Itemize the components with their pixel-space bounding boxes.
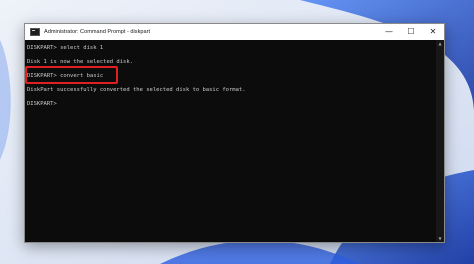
close-button[interactable]: ✕ [422, 24, 444, 40]
vertical-scrollbar[interactable]: ▲ ▼ [436, 40, 444, 242]
title-bar[interactable]: Administrator: Command Prompt - diskpart… [25, 24, 444, 40]
console-line: DiskPart successfully converted the sele… [27, 87, 246, 93]
scroll-up-arrow-icon[interactable]: ▲ [436, 40, 444, 47]
console-prompt-line: DISKPART> [27, 101, 61, 107]
annotation-highlight-box [25, 66, 118, 84]
minimize-button[interactable]: — [378, 24, 400, 40]
window-title: Administrator: Command Prompt - diskpart [44, 29, 151, 35]
maximize-button[interactable]: ☐ [400, 24, 422, 40]
console-line: Disk 1 is now the selected disk. [27, 59, 133, 65]
command-prompt-window: Administrator: Command Prompt - diskpart… [24, 23, 445, 243]
console-line: DISKPART> select disk 1 [27, 45, 104, 51]
scroll-down-arrow-icon[interactable]: ▼ [436, 235, 444, 242]
window-controls: — ☐ ✕ [378, 24, 444, 40]
command-prompt-icon [30, 28, 40, 36]
